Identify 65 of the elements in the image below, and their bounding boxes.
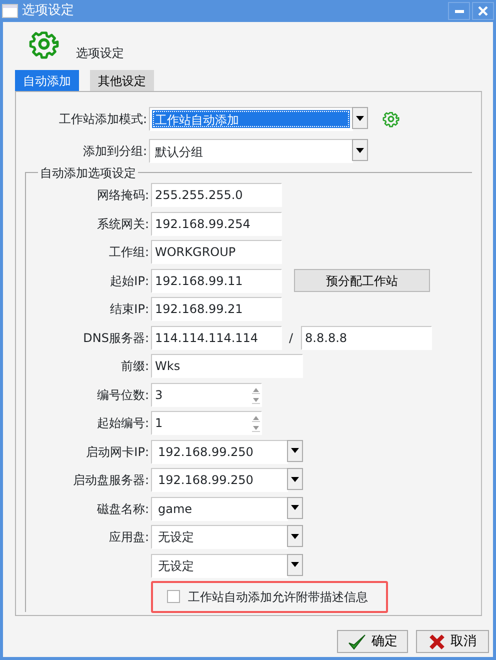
- tab[interactable]: 自动添加: [15, 70, 79, 91]
- caret-icon: [356, 116, 364, 120]
- field-label: 添加到分组:: [82, 143, 148, 160]
- input-field[interactable]: 192.168.99.11: [151, 268, 282, 292]
- settings-icon[interactable]: [382, 110, 400, 128]
- dropdown-button[interactable]: [287, 554, 303, 576]
- spin-field[interactable]: 1: [151, 411, 262, 435]
- dropdown-button[interactable]: [352, 107, 368, 129]
- dropdown-button[interactable]: [352, 139, 368, 161]
- field-label: 编号位数:: [96, 386, 150, 404]
- tab[interactable]: 其他设定: [90, 70, 154, 91]
- window-icon: [2, 4, 18, 18]
- dropdown-field[interactable]: 默认分组: [149, 139, 353, 163]
- close-button[interactable]: [472, 2, 494, 20]
- input-field[interactable]: 192.168.99.254: [151, 212, 282, 236]
- checkbox-label: 工作站自动添加允许附带描述信息: [188, 588, 368, 606]
- close-icon: [428, 634, 444, 650]
- input-field[interactable]: 114.114.114.114: [151, 326, 282, 350]
- field-label: 结束IP:: [109, 301, 150, 318]
- header-title: 选项设定: [76, 45, 124, 62]
- dropdown-field[interactable]: 192.168.99.250: [151, 468, 288, 492]
- field-label: 启动网卡IP:: [85, 444, 150, 460]
- field-label: 工作组:: [108, 244, 150, 261]
- caret-icon: [291, 562, 299, 567]
- group-title: 自动添加选项设定: [38, 164, 138, 182]
- field-label: 前缀:: [120, 358, 150, 375]
- dropdown-button[interactable]: [287, 496, 303, 518]
- caret-icon: [356, 148, 364, 152]
- cancel-button[interactable]: 取消: [416, 630, 489, 653]
- ok-button[interactable]: 确定: [337, 630, 408, 653]
- dropdown-field[interactable]: 192.168.99.250: [151, 440, 288, 464]
- input-field[interactable]: 8.8.8.8: [301, 326, 432, 350]
- dropdown-field[interactable]: 无设定: [151, 554, 288, 578]
- field-label: 应用盘:: [108, 529, 150, 546]
- caret-icon: [291, 534, 299, 538]
- input-field[interactable]: WORKGROUP: [151, 240, 282, 264]
- caret-icon: [291, 476, 299, 482]
- field-label: 系统网关:: [96, 216, 150, 232]
- dropdown-button[interactable]: [287, 468, 303, 490]
- minimize-icon: [454, 10, 464, 12]
- field-label: 起始IP:: [109, 272, 150, 290]
- field-label: 工作站添加模式:: [58, 111, 148, 128]
- separator: /: [289, 330, 294, 346]
- preassign-button[interactable]: 预分配工作站: [294, 269, 430, 292]
- dropdown-field[interactable]: game: [151, 496, 288, 520]
- input-field[interactable]: Wks: [151, 354, 303, 378]
- minimize-button[interactable]: [448, 2, 470, 20]
- input-field[interactable]: 192.168.99.21: [151, 297, 282, 321]
- window-title: 选项设定: [22, 2, 75, 20]
- close-icon: [478, 6, 488, 16]
- dropdown-button[interactable]: [287, 440, 303, 462]
- field-label: 启动盘服务器:: [72, 472, 150, 489]
- field-label: DNS服务器:: [82, 330, 150, 346]
- spin-field[interactable]: 3: [151, 382, 262, 406]
- input-field[interactable]: 255.255.255.0: [151, 183, 282, 207]
- check-icon: [348, 634, 366, 650]
- dropdown-value: 默认分组: [154, 144, 204, 160]
- caret-icon: [291, 505, 299, 510]
- checkbox[interactable]: [167, 590, 180, 603]
- caret-icon: [291, 448, 299, 453]
- dropdown-field[interactable]: 无设定: [151, 525, 288, 549]
- field-label: 网络掩码:: [96, 187, 150, 204]
- field-label: 起始编号:: [96, 415, 150, 432]
- dropdown-button[interactable]: [287, 525, 303, 547]
- field-label: 磁盘名称:: [96, 500, 150, 518]
